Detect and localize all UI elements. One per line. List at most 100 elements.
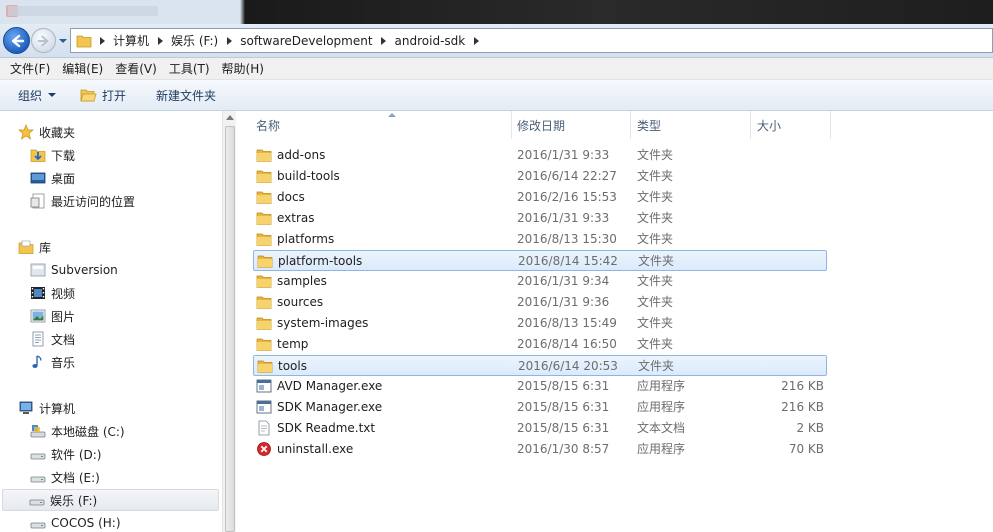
address-bar[interactable]: 计算机 娱乐 (F:) softwareDevelopment android-… [70, 28, 993, 53]
sidebar-item-subversion[interactable]: Subversion [30, 259, 222, 281]
sidebar-item-drive-c[interactable]: 本地磁盘 (C:) [30, 420, 222, 442]
file-type: 文本文档 [637, 421, 686, 435]
music-note-icon [30, 354, 46, 370]
menu-help[interactable]: 帮助(H) [216, 58, 270, 80]
library-folder-icon [30, 262, 46, 278]
navigation-pane-scrollbar[interactable] [222, 111, 236, 532]
sidebar-item-documents[interactable]: 文档 [30, 328, 222, 350]
folder-icon [256, 336, 272, 352]
file-row[interactable]: AVD Manager.exe 2015/8/15 6:31 应用程序 216 KB [253, 376, 827, 397]
file-type: 应用程序 [637, 400, 686, 414]
file-row[interactable]: sources 2016/1/31 9:36 文件夹 [253, 292, 827, 313]
sidebar-group-libraries[interactable]: 库 [18, 236, 222, 258]
file-row[interactable]: SDK Manager.exe 2015/8/15 6:31 应用程序 216 KB [253, 397, 827, 418]
folder-icon [257, 253, 273, 269]
sidebar-group-favorites[interactable]: 收藏夹 [18, 121, 222, 143]
file-row[interactable]: samples 2016/1/31 9:34 文件夹 [253, 271, 827, 292]
menu-edit[interactable]: 编辑(E) [56, 58, 109, 80]
scroll-up-icon[interactable] [226, 115, 234, 120]
breadcrumb-separator[interactable] [95, 29, 109, 52]
file-modified-date: 2016/6/14 20:53 [518, 359, 618, 373]
breadcrumb-softwaredevelopment[interactable]: softwareDevelopment [236, 29, 376, 52]
sidebar-group-computer[interactable]: 计算机 [18, 397, 222, 419]
folder-icon [256, 294, 272, 310]
sidebar-item-drive-h[interactable]: COCOS (H:) [30, 512, 222, 532]
folder-icon [256, 273, 272, 289]
sidebar-item-drive-d[interactable]: 软件 (D:) [30, 443, 222, 465]
file-row[interactable]: platform-tools 2016/8/14 15:42 文件夹 [253, 250, 827, 271]
new-folder-label: 新建文件夹 [156, 88, 217, 103]
recent-pages-dropdown[interactable] [58, 37, 68, 45]
organize-label: 组织 [18, 88, 43, 103]
sidebar-item-music[interactable]: 音乐 [30, 351, 222, 373]
breadcrumb-separator[interactable] [469, 29, 483, 52]
file-list: 名称 修改日期 类型 大小 add-ons 2016/1/31 9:33 文件夹 bu… [238, 111, 993, 532]
file-size [750, 313, 824, 334]
file-row[interactable]: system-images 2016/8/13 15:49 文件夹 [253, 313, 827, 334]
breadcrumb-separator[interactable] [222, 29, 236, 52]
new-folder-button[interactable]: 新建文件夹 [148, 80, 224, 111]
open-button[interactable]: 打开 [72, 80, 134, 111]
back-button[interactable] [3, 27, 30, 54]
sidebar-item-drive-f[interactable]: 娱乐 (F:) [2, 489, 219, 511]
file-size [750, 166, 824, 187]
column-header-date[interactable]: 修改日期 [511, 111, 631, 139]
file-modified-date: 2016/1/31 9:36 [517, 295, 610, 309]
column-header-size[interactable]: 大小 [751, 111, 831, 139]
menu-bar: 文件(F) 编辑(E) 查看(V) 工具(T) 帮助(H) [0, 58, 993, 80]
organize-button[interactable]: 组织 [10, 80, 64, 111]
download-folder-icon [30, 147, 46, 163]
exe-icon [256, 399, 272, 415]
folder-icon [256, 147, 272, 163]
desktop-icon [30, 170, 46, 186]
menu-view[interactable]: 查看(V) [109, 58, 163, 80]
sidebar-group-label: 库 [39, 240, 52, 255]
file-size: 2 KB [796, 421, 824, 435]
breadcrumb-separator[interactable] [377, 29, 391, 52]
file-row[interactable]: tools 2016/6/14 20:53 文件夹 [253, 355, 827, 376]
forward-button[interactable] [31, 28, 56, 53]
file-row[interactable]: add-ons 2016/1/31 9:33 文件夹 [253, 145, 827, 166]
sidebar-item-desktop[interactable]: 桌面 [30, 167, 222, 189]
file-size [751, 356, 825, 377]
file-row[interactable]: SDK Readme.txt 2015/8/15 6:31 文本文档 2 KB [253, 418, 827, 439]
sidebar-item-label: Subversion [51, 263, 118, 277]
file-type: 文件夹 [638, 359, 675, 373]
text-file-icon [256, 420, 272, 436]
sidebar-item-drive-e[interactable]: 文档 (E:) [30, 466, 222, 488]
file-row[interactable]: build-tools 2016/6/14 22:27 文件夹 [253, 166, 827, 187]
file-row[interactable]: docs 2016/2/16 15:53 文件夹 [253, 187, 827, 208]
sidebar-item-label: 本地磁盘 (C:) [51, 424, 125, 439]
file-type: 应用程序 [637, 379, 686, 393]
breadcrumb-computer[interactable]: 计算机 [109, 29, 153, 52]
computer-icon [18, 400, 34, 416]
sidebar-item-downloads[interactable]: 下载 [30, 144, 222, 166]
file-name: build-tools [277, 169, 340, 183]
menu-file[interactable]: 文件(F) [4, 58, 56, 80]
file-name: system-images [277, 316, 369, 330]
column-header-label: 大小 [757, 118, 782, 133]
file-row[interactable]: extras 2016/1/31 9:33 文件夹 [253, 208, 827, 229]
breadcrumb-drive-f[interactable]: 娱乐 (F:) [167, 29, 222, 52]
breadcrumb-separator[interactable] [153, 29, 167, 52]
sidebar-item-label: 图片 [51, 309, 76, 324]
file-row[interactable]: temp 2016/8/14 16:50 文件夹 [253, 334, 827, 355]
file-row[interactable]: platforms 2016/8/13 15:30 文件夹 [253, 229, 827, 250]
column-header-type[interactable]: 类型 [631, 111, 751, 139]
file-size: 216 KB [781, 400, 824, 414]
file-size [751, 251, 825, 272]
scrollbar-thumb[interactable] [225, 126, 235, 532]
file-row[interactable]: uninstall.exe 2016/1/30 8:57 应用程序 70 KB [253, 439, 827, 460]
sidebar-item-recent-places[interactable]: 最近访问的位置 [30, 190, 222, 212]
file-type: 文件夹 [638, 254, 675, 268]
sidebar-item-videos[interactable]: 视频 [30, 282, 222, 304]
sidebar-item-label: 桌面 [51, 171, 76, 186]
breadcrumb: 计算机 娱乐 (F:) softwareDevelopment android-… [95, 29, 483, 52]
menu-tools[interactable]: 工具(T) [163, 58, 216, 80]
file-type: 文件夹 [637, 190, 674, 204]
file-size: 216 KB [781, 379, 824, 393]
column-header-name[interactable]: 名称 [250, 111, 512, 139]
breadcrumb-android-sdk[interactable]: android-sdk [391, 29, 470, 52]
arrow-right-icon [37, 35, 49, 47]
sidebar-item-pictures[interactable]: 图片 [30, 305, 222, 327]
